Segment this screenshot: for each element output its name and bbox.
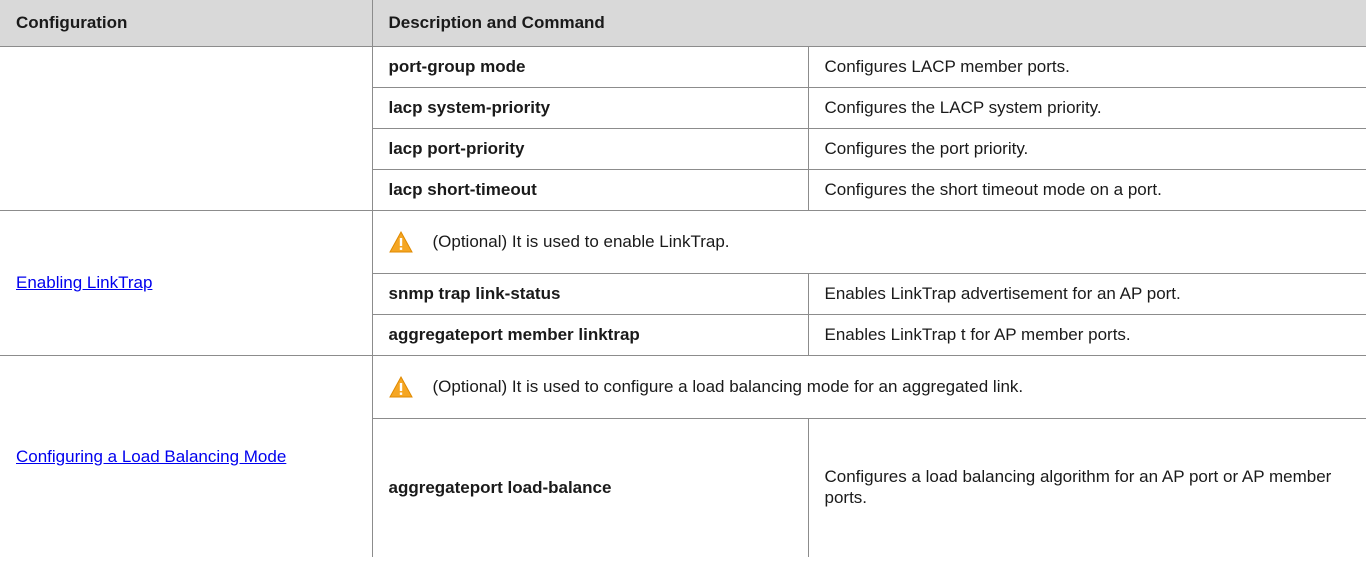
table-header-row: Configuration Description and Command: [0, 0, 1366, 47]
description-cell: Configures the short timeout mode on a p…: [808, 169, 1366, 211]
configuring-load-balancing-link[interactable]: Configuring a Load Balancing Mode: [16, 447, 286, 466]
description-cell: Configures LACP member ports.: [808, 46, 1366, 88]
table-row: Configuring a Load Balancing Mode (Optio…: [0, 355, 1366, 557]
optional-note: (Optional) It is used to enable LinkTrap…: [372, 210, 1366, 274]
config-cell-empty: [0, 46, 373, 211]
table-row: Enabling LinkTrap (Optional) It is used …: [0, 210, 1366, 356]
warning-triangle-icon: [388, 376, 413, 398]
description-cell: Enables LinkTrap t for AP member ports.: [808, 314, 1366, 356]
description-cell: Configures the port priority.: [808, 128, 1366, 170]
optional-note-text: (Optional) It is used to enable LinkTrap…: [432, 231, 730, 251]
description-cell: Enables LinkTrap advertisement for an AP…: [808, 273, 1366, 315]
warning-triangle-icon: [388, 231, 413, 253]
command-cell: lacp short-timeout: [372, 169, 809, 211]
command-cell: port-group mode: [372, 46, 809, 88]
configuration-table: Configuration Description and Command po…: [0, 0, 1366, 557]
command-cell: aggregateport load-balance: [372, 418, 809, 557]
config-cell-linktrap: Enabling LinkTrap: [0, 210, 373, 356]
enabling-linktrap-link[interactable]: Enabling LinkTrap: [16, 273, 152, 292]
optional-note-text: (Optional) It is used to configure a loa…: [432, 376, 1024, 396]
optional-note: (Optional) It is used to configure a loa…: [372, 355, 1366, 419]
description-cell: Configures a load balancing algorithm fo…: [824, 467, 1332, 507]
command-cell: aggregateport member linktrap: [372, 314, 809, 356]
description-cell: Configures the LACP system priority.: [808, 87, 1366, 129]
command-cell: lacp system-priority: [372, 87, 809, 129]
table-row: port-group mode Configures LACP member p…: [0, 46, 1366, 211]
command-cell: lacp port-priority: [372, 128, 809, 170]
header-configuration: Configuration: [0, 0, 373, 47]
command-cell: snmp trap link-status: [372, 273, 809, 315]
config-cell-load-balancing: Configuring a Load Balancing Mode: [0, 355, 373, 557]
header-description-command: Description and Command: [372, 0, 1366, 47]
